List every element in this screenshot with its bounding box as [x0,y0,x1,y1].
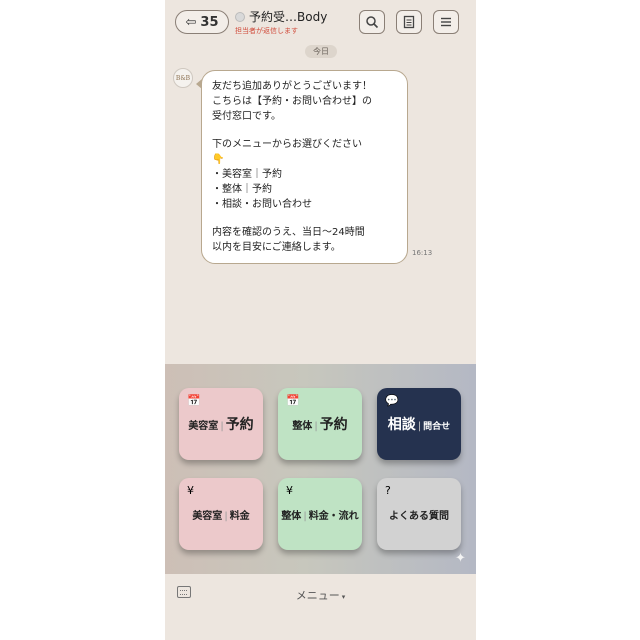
calendar-icon: 📅 [286,394,300,407]
notes-icon [403,15,415,29]
message-line: ・相談・お問い合わせ [212,199,312,210]
search-icon [366,16,379,29]
menu-button[interactable] [433,10,459,34]
tile-label: 問合せ [423,422,451,432]
message-line: 内容を確認のうえ、当日〜24時間 [212,227,365,238]
unread-count: 35 [200,14,219,30]
hamburger-icon [441,17,451,27]
tile-label: 美容室 [188,421,219,432]
chat-title-area[interactable]: 予約受…Body 担当者が返信します [235,8,345,36]
chat-subtitle: 担当者が返信します [235,27,298,35]
salon-reservation-button[interactable]: 📅 美容室 | 予約 [179,388,263,460]
message-time: 16:13 [412,249,433,257]
tile-label-main: 相談 [387,417,416,433]
message-line: 受付窓口です。 [212,111,281,122]
caret-down-icon: ▾ [341,593,346,601]
chat-bubble-icon: 💬 [385,394,399,407]
seitai-price-button[interactable]: ¥ 整体 | 料金・流れ [278,478,362,550]
notes-button[interactable] [396,10,422,34]
message-line: 👇 [212,154,225,165]
sparkle-icon: ✦ [455,551,466,566]
chat-title: 予約受…Body [249,10,328,24]
rich-menu: 📅 美容室 | 予約 📅 整体 | 予約 💬 相談 | 問合せ ¥ 美容室 | 料金 ¥ 整体 |… [165,364,476,574]
message-line: 下のメニューからお選びください [212,139,362,150]
question-icon: ? [385,484,391,497]
message-line: ・整体｜予約 [212,184,272,195]
tile-label: 美容室 [192,510,223,522]
seitai-reservation-button[interactable]: 📅 整体 | 予約 [278,388,362,460]
chat-screen: ⇦ 35 予約受…Body 担当者が返信します 今日 B&B 友だち追加ありがと… [165,0,476,640]
salon-price-button[interactable]: ¥ 美容室 | 料金 [179,478,263,550]
message-line: こちらは【予約・お問い合わせ】の [212,96,372,107]
tile-label-main: 予約 [319,417,348,433]
tile-label: 料金 [229,510,250,522]
faq-button[interactable]: ? よくある質問 [377,478,461,550]
chat-header: ⇦ 35 予約受…Body 担当者が返信します [165,0,476,42]
tile-label-main: 予約 [225,417,254,433]
yen-icon: ¥ [187,484,194,497]
bottom-bar: メニュー ▾ [165,574,476,640]
back-button[interactable]: ⇦ 35 [175,10,229,34]
menu-toggle[interactable]: メニュー ▾ [165,587,476,603]
date-separator: 今日 [305,45,337,58]
back-arrow-icon: ⇦ [185,14,197,30]
message-bubble: 友だち追加ありがとうございます！ こちらは【予約・お問い合わせ】の 受付窓口です… [196,70,408,264]
sender-avatar[interactable]: B&B [173,68,193,88]
message-line: 友だち追加ありがとうございます！ [212,81,372,92]
account-avatar-icon [235,11,245,22]
tile-label: 料金・流れ [308,510,359,522]
tile-label: 整体 [281,510,302,522]
consult-inquiry-button[interactable]: 💬 相談 | 問合せ [377,388,461,460]
message-line: ・美容室｜予約 [212,169,282,180]
menu-toggle-label: メニュー [295,589,340,602]
tile-label: 整体 [292,421,313,432]
yen-icon: ¥ [286,484,293,497]
tile-label: よくある質問 [389,510,449,522]
message-line: 以内を目安にご連絡します。 [212,242,341,253]
calendar-icon: 📅 [187,394,201,407]
search-button[interactable] [359,10,385,34]
